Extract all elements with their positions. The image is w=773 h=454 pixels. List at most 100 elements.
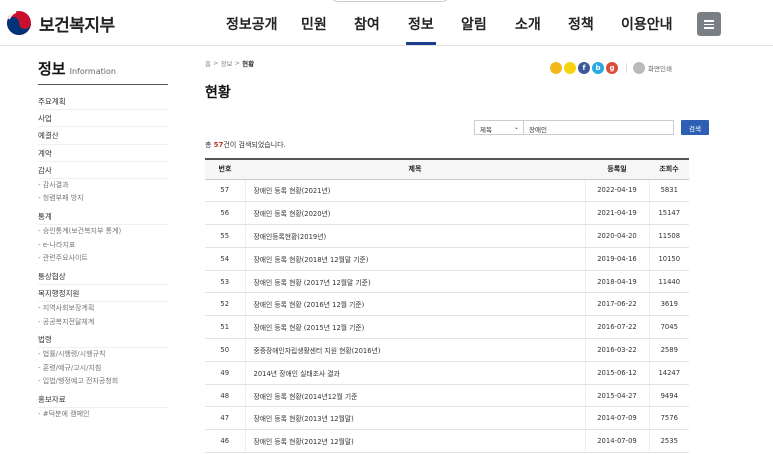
row-title-link[interactable]: 장애인 등록 현황 (2017년 12월말 기준): [244, 270, 586, 294]
row-number: 57: [205, 179, 246, 203]
row-date: 2022-04-19: [585, 179, 650, 203]
row-title-link[interactable]: 2014년 장애인 실태조사 결과: [244, 361, 586, 385]
share-bar: f b g 화면인쇄: [550, 62, 672, 74]
nav-item-participation[interactable]: 참여: [354, 14, 380, 34]
row-date: 2017-06-22: [585, 292, 650, 317]
sidebar-item[interactable]: 사업: [38, 110, 168, 128]
row-views: 14247: [649, 361, 689, 385]
row-title-link[interactable]: 장애인 등록 현황(2021년): [244, 179, 586, 203]
row-number: 54: [205, 247, 246, 271]
row-date: 2019-04-16: [585, 247, 650, 271]
print-label[interactable]: 화면인쇄: [648, 63, 672, 73]
row-number: 50: [205, 338, 246, 362]
table-row: 50 중증장애인자립생활센터 지원 현황(2016년) 2016-03-22 2589: [205, 338, 689, 362]
sidebar-subitem[interactable]: - 법률/시행령/시행규칙: [38, 348, 168, 362]
header-title: 제목: [245, 158, 585, 180]
row-title-link[interactable]: 장애인 등록 현황(2012년 12월말): [244, 429, 586, 454]
row-title-link[interactable]: 장애인 등록 현황(2018년 12월말 기준): [244, 247, 586, 271]
row-date: 2016-03-22: [585, 338, 650, 362]
table-row: 47 장애인 등록 현황(2013년 12월말) 2014-07-09 7576: [205, 406, 689, 431]
row-views: 7576: [649, 406, 689, 431]
sidebar-title-ko: 정보: [38, 60, 66, 78]
sidebar-item[interactable]: 계약: [38, 145, 168, 162]
site-logo[interactable]: 보건복지부: [6, 10, 115, 36]
sidebar-item[interactable]: 통상협상: [38, 268, 168, 285]
nav-item-policy[interactable]: 정책: [568, 14, 594, 34]
header-date: 등록일: [585, 158, 649, 180]
row-title-link[interactable]: 장애인등록현황(2019년): [244, 224, 586, 248]
row-number: 53: [205, 270, 246, 294]
band-icon[interactable]: b: [592, 62, 604, 74]
row-title-link[interactable]: 장애인 등록 현황(2014년12월 기준: [244, 384, 586, 408]
row-views: 5831: [649, 179, 689, 203]
table-row: 54 장애인 등록 현황(2018년 12월말 기준) 2019-04-16 1015…: [205, 247, 689, 271]
sidebar-item[interactable]: 주요계획: [38, 93, 168, 111]
sidebar-subitem[interactable]: - 입법/행정예고 전자공청회: [38, 375, 168, 389]
print-icon[interactable]: [633, 62, 645, 74]
row-views: 11508: [649, 224, 689, 248]
sidebar-item[interactable]: 복지행정지원: [38, 285, 168, 302]
sidebar-subitem[interactable]: - 공공복지전달체계: [38, 316, 168, 330]
row-views: 3619: [649, 292, 689, 317]
sidebar-title: 정보 Information: [38, 58, 168, 85]
row-date: 2020-04-20: [585, 224, 650, 248]
search-field-select[interactable]: 제목 ⌄: [474, 120, 524, 135]
nav-item-about[interactable]: 소개: [515, 14, 541, 34]
kakaotalk-icon[interactable]: [564, 62, 576, 74]
menu-button[interactable]: [697, 12, 721, 36]
breadcrumb-parent[interactable]: 정보: [221, 58, 233, 68]
sidebar-subitem[interactable]: - 지역사회보장계획: [38, 302, 168, 316]
sidebar-item[interactable]: 예결산: [38, 127, 168, 145]
sidebar-subitem[interactable]: - e-나라지표: [38, 239, 168, 253]
sidebar-subitem[interactable]: - 승인통계(보건복지부 통계): [38, 225, 168, 239]
table-header-row: 번호 제목 등록일 조회수: [205, 158, 689, 180]
row-number: 51: [205, 315, 246, 340]
result-count-number: 57: [213, 141, 224, 149]
taegeuk-logo-icon: [7, 11, 31, 35]
sidebar-subitem[interactable]: - 훈령/예규/고시/지침: [38, 362, 168, 376]
result-count: 총 57건이 검색되었습니다.: [205, 141, 286, 149]
row-number: 47: [205, 406, 246, 431]
nav-item-info-disclosure[interactable]: 정보공개: [226, 14, 278, 34]
sidebar-item[interactable]: 감사: [38, 162, 168, 179]
sidebar-item[interactable]: 홍보자료: [38, 391, 168, 408]
nav-item-guide[interactable]: 이용안내: [621, 14, 673, 34]
logo-text: 보건복지부: [39, 15, 115, 36]
sidebar: 정보 Information 주요계획 사업 예결산 계약 감사 - 감사결과 - 청렴부패…: [38, 58, 168, 423]
row-date: 2014-07-09: [585, 406, 650, 431]
row-views: 2535: [649, 429, 689, 454]
search-form: 제목 ⌄ 장애인 검색: [474, 120, 709, 135]
row-title-link[interactable]: 장애인 등록 현황 (2015년 12월 기준): [244, 315, 586, 340]
sidebar-subitem[interactable]: - 감사결과: [38, 179, 168, 193]
search-button[interactable]: 검색: [681, 120, 709, 135]
row-title-link[interactable]: 중증장애인자립생활센터 지원 현황(2016년): [244, 338, 586, 362]
sidebar-item[interactable]: 통계: [38, 208, 168, 226]
nav-item-civil[interactable]: 민원: [301, 14, 327, 34]
sidebar-subitem[interactable]: - 관련주요사이트: [38, 252, 168, 266]
nav-item-notice[interactable]: 알림: [461, 14, 487, 34]
row-number: 56: [205, 201, 246, 226]
googleplus-icon[interactable]: g: [606, 62, 618, 74]
table-row: 52 장애인 등록 현황 (2016년 12월 기준) 2017-06-22 3619: [205, 292, 689, 317]
row-views: 7045: [649, 315, 689, 340]
breadcrumb-current: 현황: [242, 60, 255, 68]
sidebar-item[interactable]: 법령: [38, 331, 168, 349]
kakaostory-icon[interactable]: [550, 62, 562, 74]
row-title-link[interactable]: 장애인 등록 현황 (2016년 12월 기준): [244, 292, 586, 317]
row-title-link[interactable]: 장애인 등록 현황(2013년 12월말): [244, 406, 586, 431]
header-views: 조회수: [649, 158, 689, 180]
sidebar-title-en: Information: [69, 67, 116, 76]
facebook-icon[interactable]: f: [578, 62, 590, 74]
top-utility-strip: [330, 0, 450, 2]
row-title-link[interactable]: 장애인 등록 현황(2020년): [244, 201, 586, 226]
table-row: 53 장애인 등록 현황 (2017년 12월말 기준) 2018-04-19 114…: [205, 270, 689, 294]
sidebar-subitem[interactable]: - #덕분에 캠페인: [38, 408, 168, 422]
nav-item-info[interactable]: 정보: [406, 14, 436, 45]
table-row: 51 장애인 등록 현황 (2015년 12월 기준) 2016-07-22 7045: [205, 315, 689, 340]
sidebar-subitem[interactable]: - 청렴부패 방지: [38, 192, 168, 206]
page-title: 현황: [205, 85, 231, 101]
row-date: 2021-04-19: [585, 201, 650, 226]
header-no: 번호: [205, 158, 245, 180]
row-number: 52: [205, 292, 246, 317]
search-input[interactable]: 장애인: [524, 120, 674, 135]
